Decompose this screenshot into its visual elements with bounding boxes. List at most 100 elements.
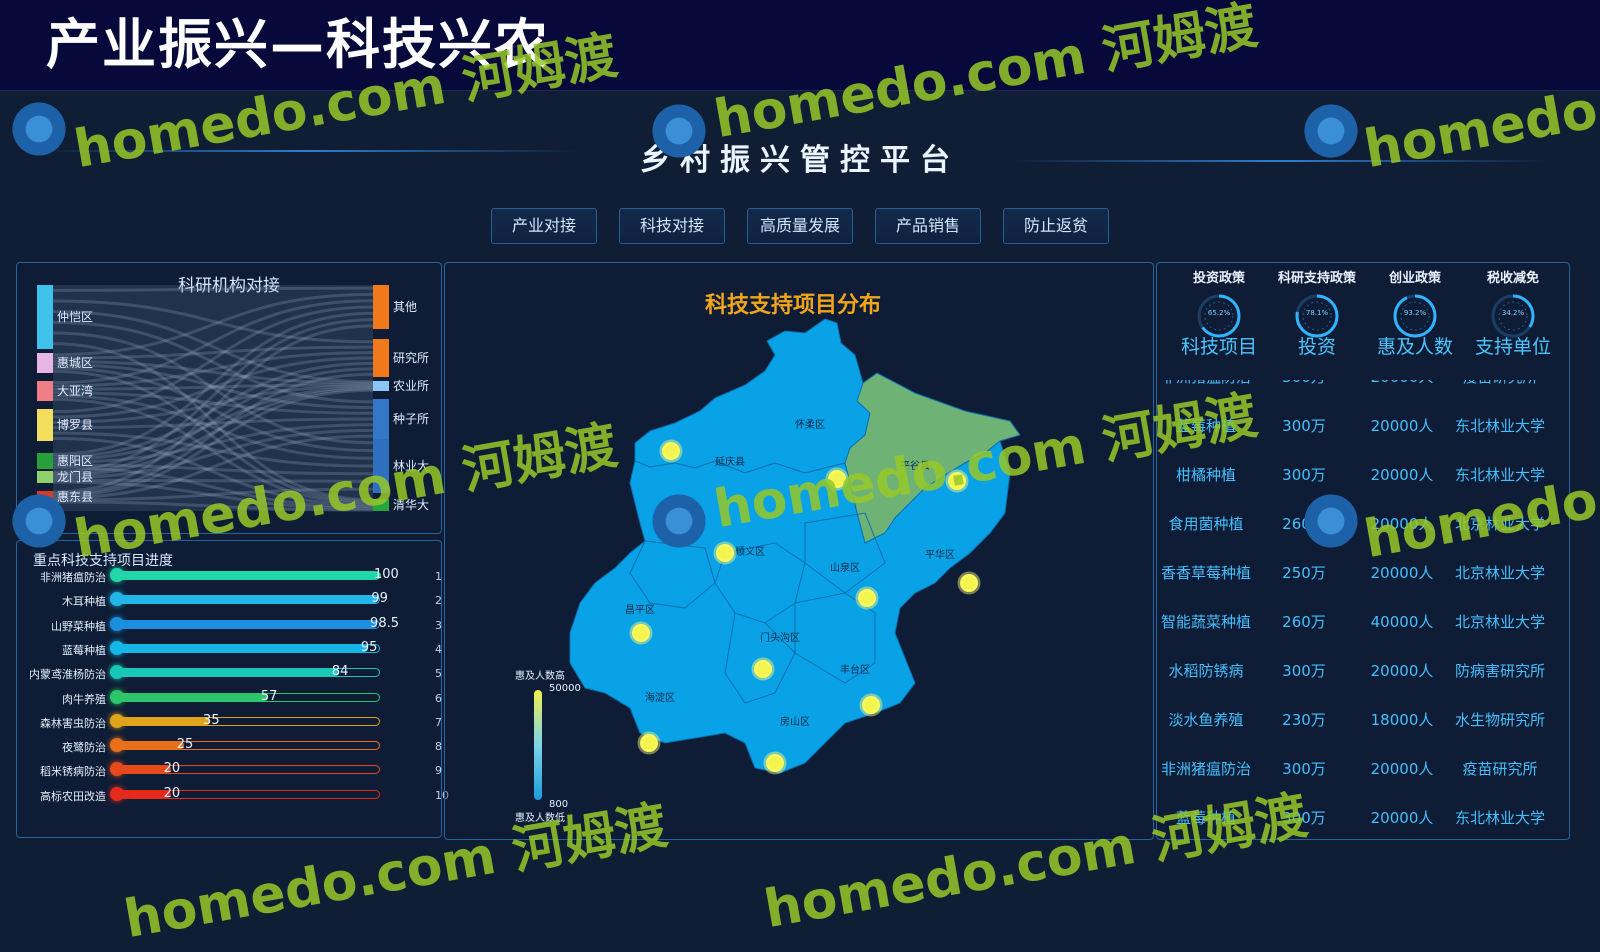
sankey-source-node[interactable] bbox=[37, 285, 53, 349]
sankey-source-label: 仲恺区 bbox=[57, 310, 93, 324]
table-cell: 18000人 bbox=[1370, 711, 1434, 729]
progress-label: 非洲猪瘟防治 bbox=[40, 571, 106, 584]
progress-label: 高标农田改造 bbox=[40, 789, 106, 803]
sankey-source-node[interactable] bbox=[37, 409, 53, 441]
project-hotspot[interactable] bbox=[659, 439, 683, 463]
table-cell: 智能蔬菜种植 bbox=[1160, 613, 1251, 631]
table-row[interactable]: 蓝莓种植 300万 20000人 东北林业大学 bbox=[1157, 807, 1553, 831]
sankey-source-node[interactable] bbox=[37, 471, 53, 483]
table-cell: 260万 bbox=[1282, 515, 1326, 533]
project-hotspot[interactable] bbox=[855, 586, 879, 610]
progress-row[interactable]: 夜鹭防治 25 8 bbox=[17, 735, 447, 757]
policy-indicator[interactable]: 创业政策 93.2% bbox=[1366, 267, 1464, 340]
district-label: 海淀区 bbox=[645, 691, 675, 704]
sankey-target-node[interactable] bbox=[373, 381, 389, 391]
table-cell: 20000人 bbox=[1370, 662, 1434, 680]
table-header-beneficiaries: 惠及人数 bbox=[1376, 336, 1453, 358]
policy-indicator[interactable]: 科研支持政策 78.1% bbox=[1268, 267, 1366, 340]
project-hotspot[interactable] bbox=[637, 731, 661, 755]
sankey-target-node[interactable] bbox=[373, 339, 389, 377]
progress-track bbox=[117, 741, 380, 751]
table-row[interactable]: 食用菌种植 260万 20000人 北京林业大学 bbox=[1157, 513, 1553, 537]
project-hotspot[interactable] bbox=[859, 693, 883, 717]
sankey-target-node[interactable] bbox=[373, 499, 389, 511]
table-row[interactable]: 香香草莓种植 250万 20000人 北京林业大学 bbox=[1157, 562, 1553, 586]
legend-max-value: 50000 bbox=[549, 683, 581, 694]
table-cell: 300万 bbox=[1282, 662, 1326, 680]
sankey-source-node[interactable] bbox=[37, 453, 53, 469]
progress-row[interactable]: 木耳种植 99 2 bbox=[17, 589, 447, 611]
project-hotspot[interactable] bbox=[763, 751, 787, 775]
project-hotspot[interactable] bbox=[751, 657, 775, 681]
table-row[interactable]: 蓝莓种植 300万 20000人 东北林业大学 bbox=[1157, 415, 1553, 439]
table-row[interactable]: 非洲猪瘟防治300万20000人疫苗研究所 bbox=[1157, 380, 1553, 390]
policy-percent: 65.2% bbox=[1207, 309, 1231, 317]
sankey-source-node[interactable] bbox=[37, 353, 53, 373]
sankey-link bbox=[52, 478, 374, 483]
table-cell: 疫苗研究所 bbox=[1462, 760, 1538, 778]
policy-name: 税收减免 bbox=[1486, 271, 1539, 286]
tab-product-sales[interactable]: 产品销售 bbox=[875, 208, 981, 244]
progress-row[interactable]: 稻米锈病防治 20 9 bbox=[17, 759, 447, 781]
sankey-target-node[interactable] bbox=[373, 399, 389, 439]
progress-track bbox=[117, 789, 380, 799]
table-cell: 防病害研究所 bbox=[1454, 662, 1545, 680]
progress-label: 内蒙鸢淮杨防治 bbox=[29, 668, 106, 682]
project-hotspot[interactable] bbox=[629, 621, 653, 645]
project-hotspot[interactable] bbox=[713, 541, 737, 565]
progress-row[interactable]: 内蒙鸢淮杨防治 84 5 bbox=[17, 662, 447, 684]
progress-dot bbox=[110, 592, 124, 607]
table-cell: 40000人 bbox=[1370, 613, 1434, 631]
district-label: 怀柔区 bbox=[795, 419, 825, 431]
sankey-source-label: 惠阳区 bbox=[57, 454, 93, 468]
tab-tech-docking[interactable]: 科技对接 bbox=[619, 208, 725, 244]
progress-row[interactable]: 森林害虫防治 35 7 bbox=[17, 711, 447, 733]
sankey-target-label: 农业所 bbox=[393, 379, 429, 393]
progress-row[interactable]: 山野菜种植 98.5 3 bbox=[17, 614, 447, 636]
district-label: 门头沟区 bbox=[760, 631, 800, 644]
project-hotspot[interactable] bbox=[945, 469, 969, 493]
progress-track bbox=[117, 595, 380, 605]
table-row[interactable]: 柑橘种植 300万 20000人 东北林业大学 bbox=[1157, 464, 1553, 488]
table-row[interactable]: 非洲猪瘟防治300万20000人疫苗研究所 bbox=[1157, 758, 1553, 782]
table-cell: 蓝莓种植 bbox=[1175, 809, 1236, 827]
tab-industry-docking[interactable]: 产业对接 bbox=[491, 208, 597, 244]
sankey-target-node[interactable] bbox=[373, 439, 389, 493]
progress-row[interactable]: 肉牛养殖 57 6 bbox=[17, 687, 447, 709]
progress-row[interactable]: 非洲猪瘟防治 100 1 bbox=[17, 565, 447, 587]
project-progress-panel: 重点科技支持项目进度 非洲猪瘟防治 100 1 木耳种植 99 2 山野菜种植 98.5 3 蓝莓… bbox=[16, 540, 449, 838]
table-row[interactable]: 智能蔬菜种植 260万 40000人 北京林业大学 bbox=[1157, 611, 1553, 635]
sankey-target-node[interactable] bbox=[373, 285, 389, 329]
policy-percent: 78.1% bbox=[1305, 309, 1329, 317]
tab-poverty-prevention[interactable]: 防止返贫 bbox=[1003, 208, 1109, 244]
district-label: 平华区 bbox=[925, 548, 955, 561]
progress-rank: 3 bbox=[435, 618, 442, 632]
progress-rank: 9 bbox=[435, 764, 442, 778]
table-cell: 230万 bbox=[1282, 711, 1326, 729]
sankey-source-node[interactable] bbox=[37, 491, 53, 503]
sankey-target-label: 林业大 bbox=[393, 459, 429, 473]
progress-fill bbox=[118, 596, 379, 604]
table-cell: 260万 bbox=[1282, 613, 1326, 631]
progress-dot bbox=[110, 665, 124, 680]
table-header-support-unit: 支持单位 bbox=[1474, 336, 1551, 358]
table-row[interactable]: 淡水鱼养殖 230万 18000人 水生物研究所 bbox=[1157, 709, 1553, 733]
table-row[interactable]: 水稻防锈病 300万 20000人 防病害研究所 bbox=[1157, 660, 1553, 684]
sankey-source-node[interactable] bbox=[37, 381, 53, 401]
tab-quality-development[interactable]: 高质量发展 bbox=[747, 208, 853, 244]
sankey-left-nodes: 仲恺区惠城区大亚湾博罗县惠阳区龙门县惠东县 bbox=[37, 285, 93, 504]
progress-dot bbox=[110, 738, 124, 753]
project-hotspot[interactable] bbox=[957, 571, 981, 595]
progress-row[interactable]: 高标农田改造 20 10 bbox=[17, 784, 449, 806]
sankey-source-label: 惠东县 bbox=[57, 490, 93, 504]
progress-row[interactable]: 蓝莓种植 95 4 bbox=[17, 638, 447, 660]
table-cell: 东北林业大学 bbox=[1454, 417, 1545, 435]
policy-indicator[interactable]: 税收减免 34.2% bbox=[1464, 267, 1562, 340]
sankey-right-nodes: 其他研究所农业所种子所林业大清华大 bbox=[373, 285, 429, 512]
sankey-source-label: 惠城区 bbox=[57, 356, 93, 370]
policy-indicator[interactable]: 投资政策 65.2% bbox=[1170, 267, 1268, 340]
project-hotspot[interactable] bbox=[825, 467, 849, 491]
project-table-body[interactable]: 非洲猪瘟防治300万20000人疫苗研究所蓝莓种植300万20000人东北林业大… bbox=[1157, 380, 1553, 840]
slide-title: 产业振兴—科技兴农 bbox=[46, 13, 550, 76]
table-cell: 300万 bbox=[1282, 809, 1326, 827]
